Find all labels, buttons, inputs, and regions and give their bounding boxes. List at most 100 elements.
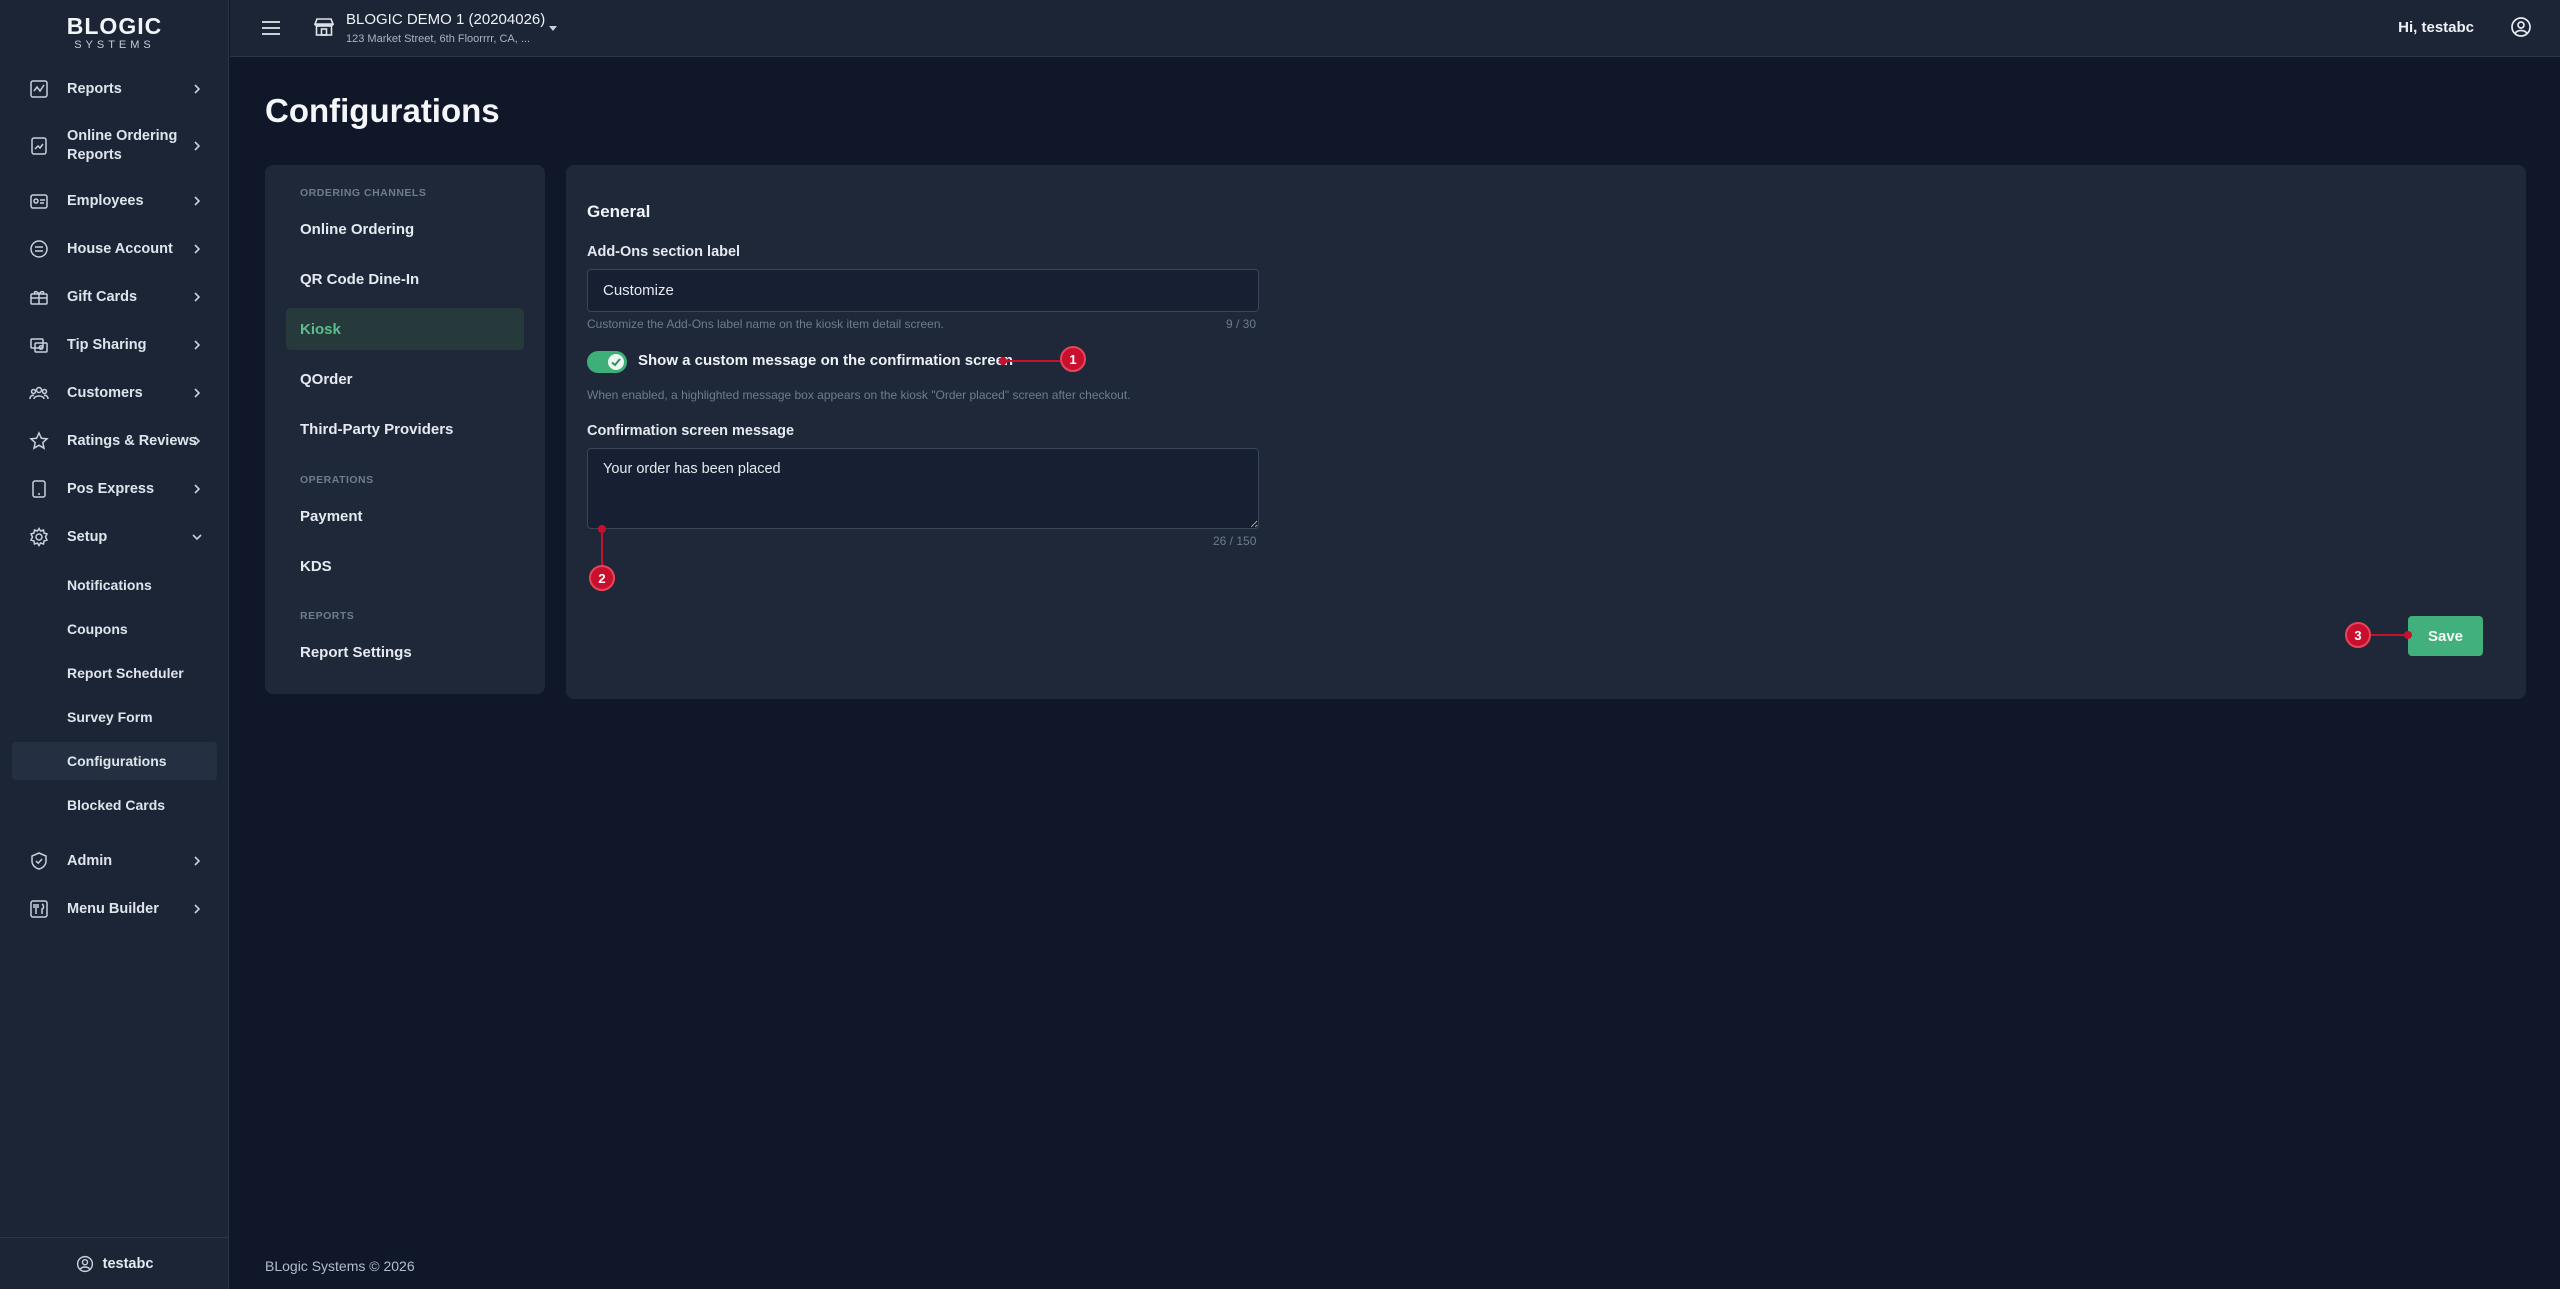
config-link-online-ordering[interactable]: Online Ordering bbox=[286, 208, 524, 250]
store-name[interactable]: BLOGIC DEMO 1 (20204026) bbox=[346, 11, 545, 28]
sidebar-subitem-configurations[interactable]: Configurations bbox=[12, 742, 217, 780]
annotation-marker-2: 2 bbox=[589, 565, 615, 591]
house-account-icon bbox=[29, 239, 49, 259]
star-icon bbox=[29, 431, 49, 451]
id-badge-icon bbox=[29, 191, 49, 211]
config-link-kiosk[interactable]: Kiosk bbox=[286, 308, 524, 350]
annotation-1-line bbox=[1003, 360, 1060, 362]
sidebar-username: testabc bbox=[102, 1255, 154, 1272]
chevron-right-icon bbox=[194, 292, 201, 302]
config-nav: ORDERING CHANNELS Online Ordering QR Cod… bbox=[265, 165, 545, 694]
sidebar-item-menu-builder[interactable]: Menu Builder bbox=[12, 887, 217, 931]
page-title: Configurations bbox=[265, 92, 500, 129]
config-link-qorder[interactable]: QOrder bbox=[286, 358, 524, 400]
annotation-2-line bbox=[601, 529, 603, 565]
gift-icon bbox=[29, 287, 49, 307]
check-icon bbox=[611, 358, 621, 367]
user-greeting: Hi, testabc bbox=[2398, 19, 2474, 36]
panel-title: General bbox=[587, 202, 651, 221]
sidebar-item-label: Tip Sharing bbox=[67, 336, 147, 353]
addons-char-counter: 9 / 30 bbox=[1226, 317, 1257, 331]
chevron-right-icon bbox=[194, 436, 201, 446]
config-section-ordering-channels: ORDERING CHANNELS bbox=[300, 187, 427, 199]
custom-message-toggle-label[interactable]: Show a custom message on the confirmatio… bbox=[638, 352, 1013, 369]
brand-logo[interactable]: BLOGIC SYSTEMS bbox=[0, 14, 229, 51]
user-circle-icon[interactable] bbox=[2510, 16, 2532, 38]
sidebar-subitem-blocked-cards[interactable]: Blocked Cards bbox=[12, 786, 217, 824]
annotation-marker-3: 3 bbox=[2345, 622, 2371, 648]
sidebar-user[interactable]: testabc bbox=[0, 1237, 229, 1289]
chevron-right-icon bbox=[194, 141, 201, 151]
tip-sharing-icon bbox=[29, 335, 49, 355]
sidebar-item-customers[interactable]: Customers bbox=[12, 371, 217, 415]
sidebar-item-label: Menu Builder bbox=[67, 900, 159, 917]
users-icon bbox=[29, 383, 49, 403]
chevron-right-icon bbox=[194, 244, 201, 254]
brand-name: BLOGIC bbox=[66, 13, 163, 39]
message-char-counter: 26 / 150 bbox=[1213, 534, 1257, 548]
sidebar-subitem-label: Report Scheduler bbox=[67, 665, 184, 681]
sidebar-item-label: Setup bbox=[67, 528, 108, 545]
sidebar-item-gift-cards[interactable]: Gift Cards bbox=[12, 275, 217, 319]
sidebar-subitem-report-scheduler[interactable]: Report Scheduler bbox=[12, 654, 217, 692]
addons-label: Add-Ons section label bbox=[587, 244, 741, 260]
sidebar-item-label: Admin bbox=[67, 852, 113, 869]
chart-line-icon bbox=[29, 79, 49, 99]
confirmation-message-textarea[interactable]: Your order has been placed bbox=[587, 448, 1259, 529]
chevron-right-icon bbox=[194, 340, 201, 350]
report-chart-icon bbox=[29, 136, 49, 156]
save-button[interactable]: Save bbox=[2408, 616, 2483, 656]
sidebar-item-employees[interactable]: Employees bbox=[12, 179, 217, 223]
message-label: Confirmation screen message bbox=[587, 423, 795, 439]
sidebar-item-label: Online Ordering Reports bbox=[67, 128, 178, 163]
page-footer: BLogic Systems © 2026 bbox=[265, 1258, 415, 1274]
sidebar-subitem-label: Coupons bbox=[67, 621, 128, 637]
sidebar-item-online-ordering-reports[interactable]: Online Ordering Reports bbox=[12, 123, 217, 169]
sidebar-subitem-notifications[interactable]: Notifications bbox=[12, 566, 217, 604]
sidebar-item-label: Pos Express bbox=[67, 480, 155, 497]
chevron-right-icon bbox=[194, 196, 201, 206]
chevron-right-icon bbox=[194, 904, 201, 914]
top-header: BLOGIC DEMO 1 (20204026) 123 Market Stre… bbox=[230, 0, 2560, 57]
sidebar-subitem-survey-form[interactable]: Survey Form bbox=[12, 698, 217, 736]
sidebar-item-tip-sharing[interactable]: Tip Sharing bbox=[12, 323, 217, 367]
chevron-right-icon bbox=[194, 388, 201, 398]
config-link-report-settings[interactable]: Report Settings bbox=[286, 631, 524, 673]
general-settings-panel: General Add-Ons section label Customize … bbox=[566, 165, 2526, 699]
menu-builder-icon bbox=[29, 899, 49, 919]
sidebar-item-ratings-reviews[interactable]: Ratings & Reviews bbox=[12, 419, 217, 463]
sidebar-item-label: Customers bbox=[67, 384, 143, 401]
gear-icon bbox=[29, 527, 49, 547]
sidebar-item-label: Ratings & Reviews bbox=[67, 432, 197, 449]
config-link-kds[interactable]: KDS bbox=[286, 545, 524, 587]
sidebar-item-house-account[interactable]: House Account bbox=[12, 227, 217, 271]
sidebar-subitem-coupons[interactable]: Coupons bbox=[12, 610, 217, 648]
sidebar-item-label: Employees bbox=[67, 192, 144, 209]
tablet-icon bbox=[29, 479, 49, 499]
sidebar-item-admin[interactable]: Admin bbox=[12, 839, 217, 883]
chevron-right-icon bbox=[194, 484, 201, 494]
sidebar-subitem-label: Configurations bbox=[67, 753, 167, 769]
sidebar-subitem-label: Blocked Cards bbox=[67, 797, 166, 813]
config-section-operations: OPERATIONS bbox=[300, 474, 374, 486]
sidebar-item-reports[interactable]: Reports bbox=[12, 67, 217, 111]
config-link-qr-code-dine-in[interactable]: QR Code Dine-In bbox=[286, 258, 524, 300]
sidebar-item-label: Gift Cards bbox=[67, 288, 138, 305]
addons-hint: Customize the Add-Ons label name on the … bbox=[587, 317, 944, 331]
hamburger-menu-icon[interactable] bbox=[260, 17, 282, 39]
store-icon bbox=[313, 18, 335, 36]
config-link-payment[interactable]: Payment bbox=[286, 495, 524, 537]
config-link-third-party-providers[interactable]: Third-Party Providers bbox=[286, 408, 524, 450]
sidebar-item-setup[interactable]: Setup bbox=[12, 515, 217, 559]
shield-check-icon bbox=[29, 851, 49, 871]
chevron-down-icon bbox=[192, 534, 202, 541]
chevron-right-icon bbox=[194, 856, 201, 866]
config-section-reports: REPORTS bbox=[300, 610, 355, 622]
sidebar-item-label: House Account bbox=[67, 240, 173, 257]
sidebar: BLOGIC SYSTEMS Reports Online Ordering R… bbox=[0, 0, 229, 1289]
sidebar-item-pos-express[interactable]: Pos Express bbox=[12, 467, 217, 511]
sidebar-subitem-label: Survey Form bbox=[67, 709, 153, 725]
addons-label-input[interactable] bbox=[587, 269, 1259, 312]
caret-down-icon[interactable] bbox=[546, 21, 560, 35]
custom-message-toggle[interactable] bbox=[587, 351, 627, 373]
